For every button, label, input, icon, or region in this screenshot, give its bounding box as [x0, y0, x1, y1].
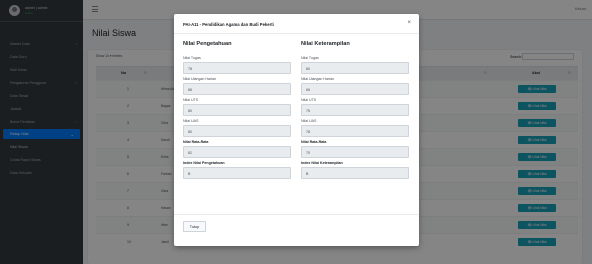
modal-title: PAI-A11 - Pendidikan Agama dan Budi Peke… — [183, 21, 274, 27]
modal-header: PAI-A11 - Pendidikan Agama dan Budi Peke… — [174, 14, 419, 34]
knowledge-index-field[interactable]: B — [183, 167, 291, 179]
skills-average-field[interactable]: 70 — [301, 146, 409, 158]
knowledge-ulangan-field[interactable]: 88 — [183, 83, 291, 95]
knowledge-average-field[interactable]: 82 — [183, 146, 291, 158]
knowledge-tugas-field[interactable]: 78 — [183, 62, 291, 74]
skills-tugas-field[interactable]: 60 — [301, 62, 409, 74]
skills-uas-field[interactable]: 78 — [301, 125, 409, 137]
skills-column: Nilai Keterampilan Nilai Tugas 60 Nilai … — [301, 41, 409, 182]
knowledge-uts-field[interactable]: 80 — [183, 104, 291, 116]
skills-ulangan-field[interactable]: 65 — [301, 83, 409, 95]
knowledge-heading: Nilai Pengetahuan — [183, 41, 232, 47]
knowledge-uas-field[interactable]: 80 — [183, 125, 291, 137]
modal-footer-divider — [174, 214, 419, 215]
skills-index-field[interactable]: B — [301, 167, 409, 179]
grades-modal: PAI-A11 - Pendidikan Agama dan Budi Peke… — [174, 14, 419, 246]
close-icon[interactable]: × — [407, 20, 411, 26]
skills-heading: Nilai Keterampilan — [301, 41, 350, 47]
close-button[interactable]: Tutup — [183, 221, 206, 232]
skills-uts-field[interactable]: 75 — [301, 104, 409, 116]
knowledge-column: Nilai Pengetahuan Nilai Tugas 78 Nilai U… — [183, 41, 291, 182]
